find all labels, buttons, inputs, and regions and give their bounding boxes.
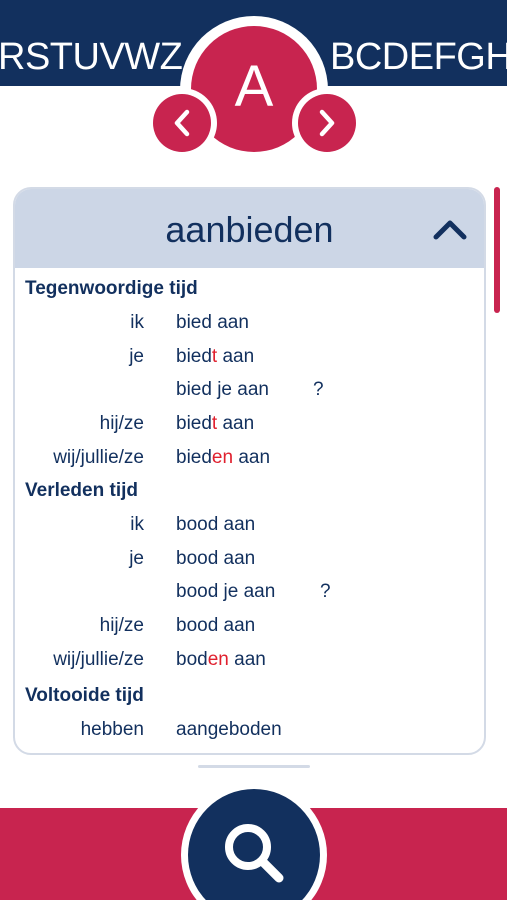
conjugation-form: biedt aan [176, 413, 255, 434]
search-icon [225, 824, 284, 883]
alphabet-strip-left[interactable]: RSTUVWZ [0, 37, 183, 77]
section-title-present: Tegenwoordige tijd [25, 278, 198, 299]
prev-letter-button[interactable] [153, 94, 211, 152]
pronoun-label: wij/jullie/ze [53, 447, 144, 468]
pronoun-label: je [129, 346, 144, 367]
conjugation-form: bood aan [176, 548, 256, 569]
pronoun-label: je [129, 548, 144, 569]
chevron-up-icon[interactable] [430, 213, 470, 243]
question-form: bied je aan [176, 379, 269, 400]
conjugation-form: biedt aan [176, 346, 255, 367]
scrollbar-thumb[interactable] [494, 187, 500, 313]
section-title-perfect: Voltooide tijd [25, 685, 144, 706]
question-mark: ? [313, 379, 324, 400]
pronoun-label: hij/ze [99, 615, 144, 636]
conjugation-form: boden aan [176, 649, 266, 670]
conjugation-form: bied aan [176, 312, 249, 333]
pronoun-label: hij/ze [99, 413, 144, 434]
participle-form: aangeboden [176, 719, 282, 740]
section-title-past: Verleden tijd [25, 480, 138, 501]
conjugation-form: bood aan [176, 514, 256, 535]
alphabet-strip-right[interactable]: BCDEFGHI [330, 37, 507, 77]
card-header[interactable]: aanbieden [15, 189, 484, 268]
next-letter-button[interactable] [298, 94, 356, 152]
verb-title: aanbieden [165, 209, 334, 250]
pronoun-label: ik [130, 514, 144, 535]
conjugation-card: aanbieden Tegenwoordige tijd ik bied aan… [13, 187, 486, 755]
question-form: bood je aan [176, 581, 276, 602]
question-mark: ? [320, 581, 331, 602]
sheet-handle[interactable] [198, 765, 310, 768]
chevron-left-icon [174, 109, 190, 137]
auxiliary-label: hebben [80, 719, 144, 740]
conjugation-form: bood aan [176, 615, 256, 636]
chevron-right-icon [319, 109, 335, 137]
pronoun-label: ik [130, 312, 144, 333]
pronoun-label: wij/jullie/ze [53, 649, 144, 670]
conjugation-form: bieden aan [176, 447, 271, 468]
